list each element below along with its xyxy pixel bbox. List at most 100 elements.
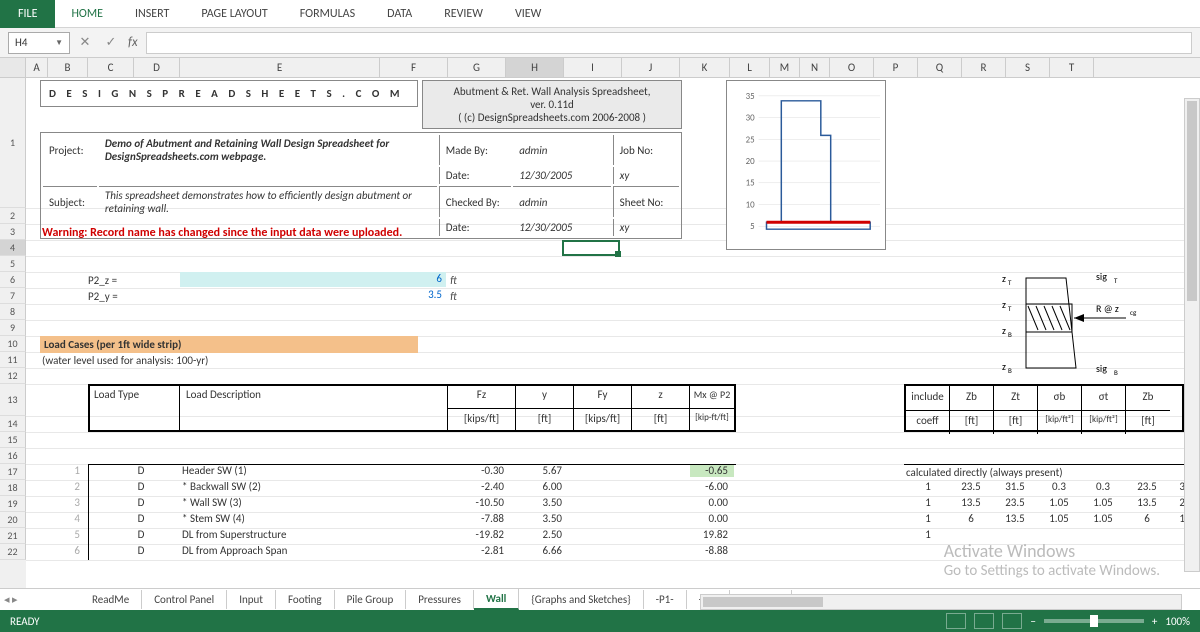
svg-text:15: 15 — [746, 179, 755, 189]
zoom-minus-icon[interactable]: − — [1030, 615, 1035, 628]
col-header[interactable]: C — [88, 58, 134, 77]
row-header[interactable]: 19 — [0, 496, 26, 512]
file-tab[interactable]: FILE — [0, 0, 55, 28]
zoom-plus-icon[interactable]: + — [1152, 615, 1157, 628]
col-header[interactable]: O — [830, 58, 874, 77]
col-header[interactable]: P — [874, 58, 918, 77]
ribbon-tab-pagelayout[interactable]: PAGE LAYOUT — [185, 0, 283, 28]
p2y-value: 3.5 — [180, 288, 446, 303]
ribbon-tab-insert[interactable]: INSERT — [119, 0, 185, 28]
p2y-unit: ft — [450, 290, 457, 303]
ribbon-tab-formulas[interactable]: FORMULAS — [284, 0, 371, 28]
ribbon-tab-view[interactable]: VIEW — [499, 0, 557, 28]
svg-text:T: T — [1008, 278, 1012, 287]
col-header[interactable]: D — [134, 58, 180, 77]
row-header[interactable]: 18 — [0, 480, 26, 496]
col-header[interactable]: I — [564, 58, 622, 77]
ribbon-tab-review[interactable]: REVIEW — [428, 0, 499, 28]
status-ready: READY — [10, 615, 40, 628]
view-normal-icon[interactable] — [946, 613, 966, 629]
row-header[interactable]: 14 — [0, 416, 26, 432]
th-loadtype: Load Type — [88, 384, 180, 432]
view-pagelayout-icon[interactable] — [974, 613, 994, 629]
row-header[interactable]: 2 — [0, 208, 26, 224]
row-header[interactable]: 1 — [0, 78, 26, 208]
ribbon-tab-data[interactable]: DATA — [371, 0, 428, 28]
y-cell: 2.50 — [516, 528, 568, 541]
cancel-formula-icon[interactable]: ✕ — [74, 32, 96, 54]
col-header[interactable]: L — [730, 58, 770, 77]
svg-text:T: T — [1114, 276, 1118, 285]
col-header[interactable]: A — [26, 58, 48, 77]
row-header[interactable]: 6 — [0, 272, 26, 288]
col-header[interactable]: T — [1050, 58, 1094, 77]
col-header[interactable]: M — [770, 58, 800, 77]
th-zb2-u: [ft] — [1126, 410, 1170, 434]
zb-cell: 6 — [950, 512, 992, 525]
th-sigb-u: [kip/ft²] — [1038, 410, 1082, 434]
horizontal-scrollbar[interactable] — [700, 594, 1182, 610]
row-header[interactable]: 10 — [0, 336, 26, 352]
row-header[interactable]: 20 — [0, 512, 26, 528]
p2z-input[interactable]: 6 — [180, 272, 446, 287]
row-header[interactable]: 21 — [0, 528, 26, 544]
ribbon-tab-home[interactable]: HOME — [55, 0, 119, 28]
row-header[interactable]: 3 — [0, 224, 26, 240]
col-header[interactable]: E — [180, 58, 380, 77]
sheet-tab[interactable]: Footing — [276, 590, 335, 609]
col-header[interactable]: G — [448, 58, 506, 77]
y-cell: 3.50 — [516, 496, 568, 509]
sheet-tab[interactable]: Pressures — [406, 590, 474, 609]
formula-input[interactable] — [146, 32, 1192, 54]
sheet-tab[interactable]: ReadMe — [80, 590, 142, 609]
sheet-tab-active[interactable]: Wall — [474, 589, 519, 610]
view-pagebreak-icon[interactable] — [1002, 613, 1022, 629]
row-header[interactable]: 9 — [0, 320, 26, 336]
th-fy: Fy — [574, 384, 632, 408]
vertical-scrollbar[interactable] — [1184, 98, 1200, 572]
load-desc-cell: Header SW (1) — [182, 464, 247, 477]
fx-icon[interactable]: fx — [128, 35, 138, 50]
row-header[interactable]: 16 — [0, 448, 26, 464]
sheet-tab[interactable]: Control Panel — [142, 590, 227, 609]
load-type-cell: D — [126, 512, 156, 525]
sheet-tab[interactable]: -P1- — [644, 590, 687, 609]
name-box[interactable]: H4 ▼ — [8, 32, 70, 54]
sheetno-label: Sheet No: — [613, 186, 679, 217]
row-header[interactable]: 17 — [0, 464, 26, 480]
col-header[interactable]: R — [962, 58, 1006, 77]
svg-text:20: 20 — [746, 157, 755, 167]
row-header[interactable]: 8 — [0, 304, 26, 320]
fill-handle[interactable] — [615, 251, 621, 257]
sheet-tab[interactable]: Pile Group — [335, 590, 407, 609]
load-type-cell: D — [126, 464, 156, 477]
svg-text:z: z — [1002, 324, 1006, 337]
th-include: include — [906, 386, 950, 410]
col-header[interactable]: Q — [918, 58, 962, 77]
col-header[interactable]: K — [680, 58, 730, 77]
row-header[interactable]: 4 — [0, 240, 26, 256]
col-header[interactable]: S — [1006, 58, 1050, 77]
col-header[interactable]: B — [48, 58, 88, 77]
accept-formula-icon[interactable]: ✓ — [100, 32, 122, 54]
col-header[interactable]: H — [506, 58, 564, 77]
col-header[interactable]: F — [380, 58, 448, 77]
sheet-nav[interactable]: ◂ ▸ — [4, 593, 18, 606]
mx-cell: 19.82 — [690, 528, 734, 541]
col-header[interactable]: N — [800, 58, 830, 77]
row-header[interactable]: 7 — [0, 288, 26, 304]
row-header[interactable]: 13 — [0, 384, 26, 416]
row-header[interactable]: 22 — [0, 544, 26, 560]
svg-text:R @ z: R @ z — [1096, 302, 1119, 315]
cell-grid[interactable]: D E S I G N S P R E A D S H E E T S . C … — [26, 78, 1200, 588]
row-header[interactable]: 12 — [0, 368, 26, 384]
zoom-slider[interactable] — [1044, 619, 1144, 623]
select-all-corner[interactable] — [0, 58, 26, 77]
jobno-label: Job No: — [613, 135, 679, 165]
row-header[interactable]: 15 — [0, 432, 26, 448]
row-header[interactable]: 11 — [0, 352, 26, 368]
col-header[interactable]: J — [622, 58, 680, 77]
sheet-tab[interactable]: Input — [227, 590, 276, 609]
sheet-tab[interactable]: {Graphs and Sketches} — [519, 590, 643, 609]
row-header[interactable]: 5 — [0, 256, 26, 272]
